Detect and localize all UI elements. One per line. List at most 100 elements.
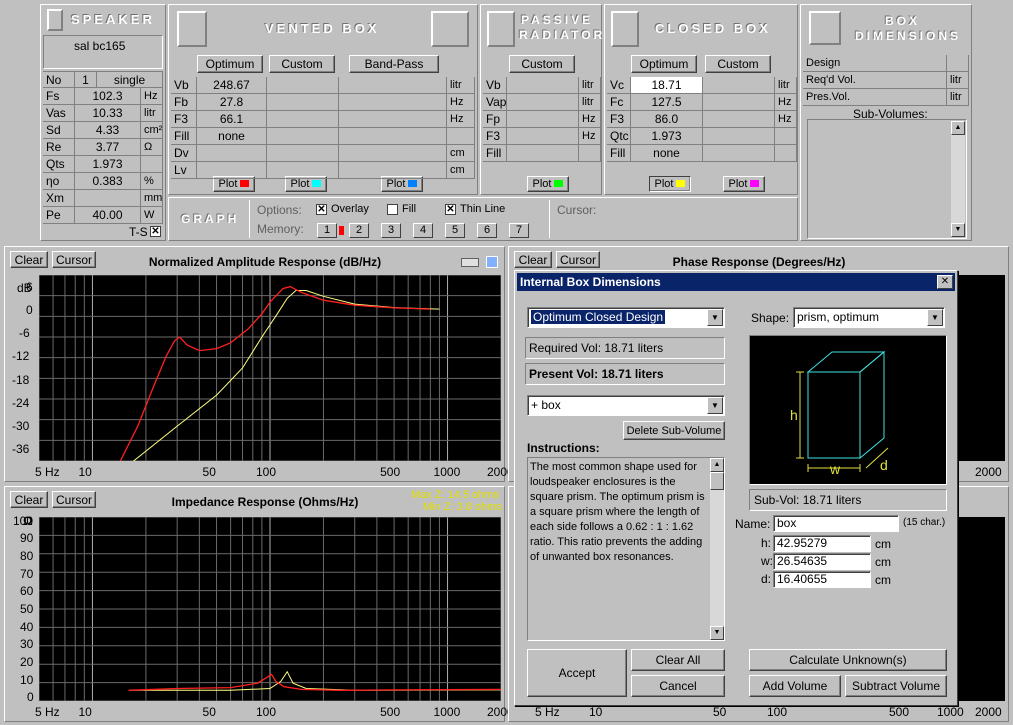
closed-optimum-button[interactable]: Optimum [631, 55, 697, 73]
instructions-box[interactable]: The most common shape used for loudspeak… [527, 457, 725, 641]
phase-chart[interactable] [955, 275, 1005, 461]
dim-field-input[interactable]: 16.40655 [773, 571, 871, 588]
impedance-chart[interactable] [39, 517, 501, 701]
closed-row-optimum[interactable]: 127.5 [631, 94, 703, 111]
scroll-thumb[interactable] [710, 472, 724, 490]
vented-row-custom[interactable] [267, 162, 339, 179]
passive-row-value[interactable] [507, 111, 579, 128]
vented-row-optimum[interactable] [197, 162, 267, 179]
closed-row-optimum[interactable]: 18.71 [631, 77, 703, 94]
design-select[interactable]: Optimum Closed Design ▼ [527, 307, 725, 328]
name-input[interactable]: box [773, 515, 899, 532]
vented-row-custom[interactable] [267, 94, 339, 111]
speaker-param-value[interactable]: 40.00 [75, 207, 141, 224]
closed-row-custom[interactable] [703, 111, 775, 128]
dialog-close-icon[interactable]: ✕ [937, 275, 953, 289]
vented-row-bandpass[interactable] [339, 111, 447, 128]
scroll-down-icon[interactable]: ▼ [710, 626, 724, 640]
passive-row-value[interactable] [507, 128, 579, 145]
closed-row-optimum[interactable]: none [631, 145, 703, 162]
speaker-param-value[interactable]: 102.3 [75, 88, 141, 105]
speaker-no-value[interactable]: 1 [75, 71, 97, 88]
ts-checkbox[interactable]: ✕ [150, 226, 161, 237]
vented-row-bandpass[interactable] [339, 145, 447, 162]
amp-cursor-button[interactable]: Cursor [52, 251, 96, 268]
passive-row-value[interactable] [507, 145, 579, 162]
chevron-down-icon[interactable]: ▼ [707, 309, 723, 326]
imp-clear-button[interactable]: Clear [10, 491, 48, 508]
phase-clear-button[interactable]: Clear [514, 251, 552, 268]
clear-all-button[interactable]: Clear All [631, 649, 725, 671]
speaker-param-value[interactable]: 4.33 [75, 122, 141, 139]
cancel-button[interactable]: Cancel [631, 675, 725, 697]
vented-bandpass-button[interactable]: Band-Pass [349, 55, 439, 73]
memory-button[interactable]: 5 [445, 223, 465, 238]
vented-row-optimum[interactable]: 27.8 [197, 94, 267, 111]
dim-field-input[interactable]: 42.95279 [773, 535, 871, 552]
vented-row-custom[interactable] [267, 111, 339, 128]
calculate-button[interactable]: Calculate Unknown(s) [749, 649, 947, 671]
dialog-title-bar[interactable]: Internal Box Dimensions ✕ [517, 273, 955, 291]
imp-cursor-button[interactable]: Cursor [52, 491, 96, 508]
scroll-up-icon[interactable]: ▲ [710, 458, 724, 472]
vented-row-custom[interactable] [267, 145, 339, 162]
vented-custom-button[interactable]: Custom [269, 55, 335, 73]
scroll-down-icon[interactable]: ▼ [951, 223, 965, 237]
speaker-param-value[interactable]: 3.77 [75, 139, 141, 156]
memory-button[interactable]: 2 [349, 223, 369, 238]
speaker-param-value[interactable]: 10.33 [75, 105, 141, 122]
speaker-name-box[interactable]: sal bc165 [43, 35, 163, 69]
closed-row-optimum[interactable]: 1.973 [631, 128, 703, 145]
chevron-down-icon[interactable]: ▼ [927, 309, 943, 326]
vented-row-custom[interactable] [267, 128, 339, 145]
amplitude-chart[interactable] [39, 275, 501, 461]
vented-row-optimum[interactable] [197, 145, 267, 162]
vented-row-optimum[interactable]: 66.1 [197, 111, 267, 128]
vented-row-optimum[interactable]: none [197, 128, 267, 145]
instructions-scrollbar[interactable]: ▲ ▼ [710, 458, 724, 640]
add-volume-button[interactable]: Add Volume [749, 675, 841, 697]
vented-row-bandpass[interactable] [339, 162, 447, 179]
shape-select[interactable]: prism, optimum ▼ [793, 307, 945, 328]
closed-row-custom[interactable] [703, 128, 775, 145]
delete-subvolume-button[interactable]: Delete Sub-Volume [623, 421, 725, 440]
subtract-volume-button[interactable]: Subtract Volume [845, 675, 947, 697]
phase-cursor-button[interactable]: Cursor [556, 251, 600, 268]
dim-field-input[interactable]: 26.54635 [773, 553, 871, 570]
passive-plot-button[interactable]: Plot [527, 176, 569, 192]
bottom-right-chart[interactable] [955, 517, 1005, 701]
fill-checkbox[interactable] [387, 204, 398, 215]
subvolumes-scrollbar[interactable]: ▲ ▼ [951, 121, 965, 237]
subvolumes-list[interactable] [807, 119, 967, 239]
vented-row-optimum[interactable]: 248.67 [197, 77, 267, 94]
memory-button[interactable]: 3 [381, 223, 401, 238]
passive-row-value[interactable] [507, 94, 579, 111]
vented-row-custom[interactable] [267, 77, 339, 94]
memory-button[interactable]: 6 [477, 223, 497, 238]
chevron-down-icon[interactable]: ▼ [707, 397, 723, 414]
accept-button[interactable]: Accept [527, 649, 627, 697]
closed-row-optimum[interactable]: 86.0 [631, 111, 703, 128]
subvolume-select[interactable]: + box ▼ [527, 395, 725, 416]
scroll-up-icon[interactable]: ▲ [951, 121, 965, 135]
speaker-param-value[interactable]: 0.383 [75, 173, 141, 190]
amp-clear-button[interactable]: Clear [10, 251, 48, 268]
closed-row-custom[interactable] [703, 145, 775, 162]
overlay-checkbox[interactable]: ✕ [316, 204, 327, 215]
speaker-no-mode[interactable]: single [97, 71, 163, 88]
memory-button[interactable]: 7 [509, 223, 529, 238]
speaker-param-value[interactable] [75, 190, 141, 207]
closed-row-custom[interactable] [703, 77, 775, 94]
speaker-param-value[interactable]: 1.973 [75, 156, 141, 173]
memory-button[interactable]: 4 [413, 223, 433, 238]
closed-row-custom[interactable] [703, 94, 775, 111]
passive-row-value[interactable] [507, 77, 579, 94]
thinline-checkbox[interactable]: ✕ [445, 204, 456, 215]
memory-button[interactable]: 1 [317, 223, 337, 238]
vented-row-bandpass[interactable] [339, 94, 447, 111]
vented-optimum-button[interactable]: Optimum [197, 55, 263, 73]
vented-row-bandpass[interactable] [339, 128, 447, 145]
closed-plot-2-button[interactable]: Plot [723, 176, 765, 192]
passive-custom-button[interactable]: Custom [509, 55, 575, 73]
closed-plot-1-button[interactable]: Plot [649, 176, 691, 192]
